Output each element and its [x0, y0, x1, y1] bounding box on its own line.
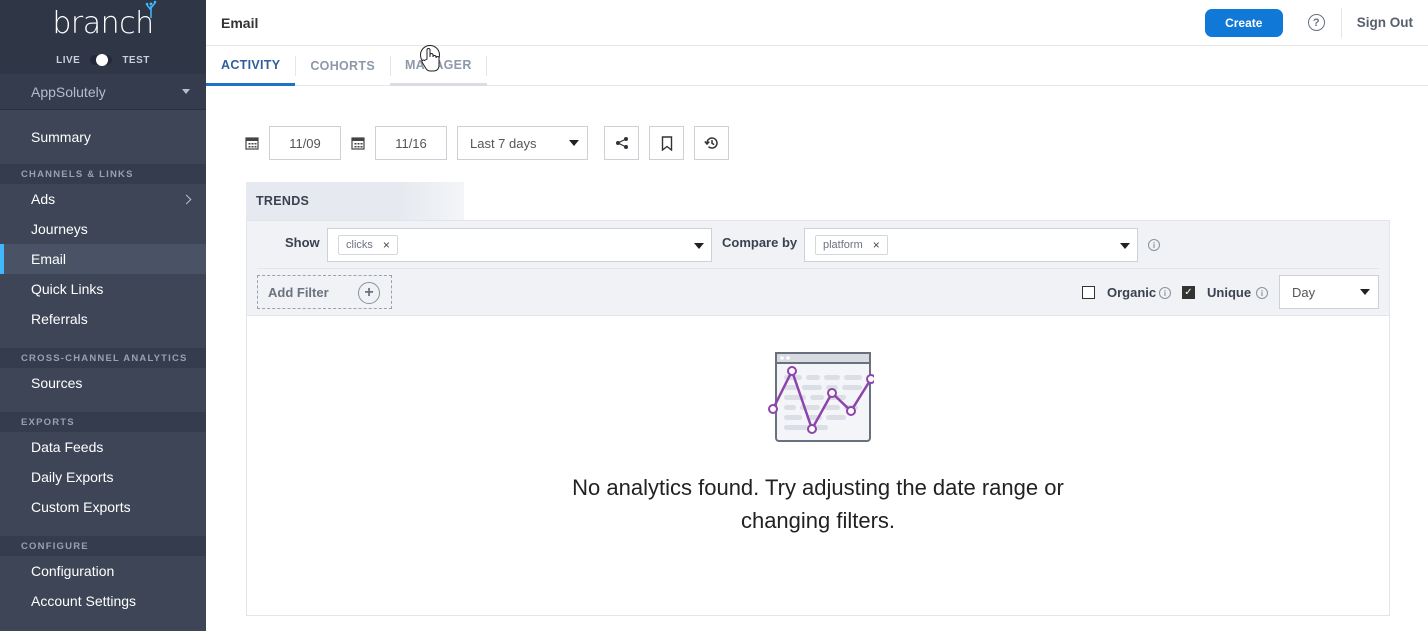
info-icon[interactable]: i [1148, 239, 1160, 251]
sidebar-item-label: Sources [31, 375, 83, 391]
sidebar-item-label: Quick Links [31, 281, 104, 297]
sidebar-item-label: Referrals [31, 311, 88, 327]
compare-chip: platform × [815, 235, 888, 255]
sidebar-item-label: Journeys [31, 221, 88, 237]
date-controls: 11/09 11/16 Last 7 days [245, 126, 729, 160]
info-icon[interactable]: i [1159, 287, 1171, 299]
history-icon [703, 137, 718, 149]
test-label: TEST [122, 54, 150, 66]
sidebar-item-label: Account Settings [31, 593, 137, 609]
add-filter-button[interactable]: Add Filter + [257, 275, 392, 309]
app-selector[interactable]: AppSolutely [0, 74, 206, 110]
plus-circle-icon: + [358, 282, 380, 304]
sidebar-item-label: Email [31, 251, 67, 267]
top-actions: Create ? Sign Out [1204, 0, 1428, 46]
sidebar-section-analytics: CROSS-CHANNEL ANALYTICS [0, 348, 206, 368]
sidebar-item-label: Configuration [31, 563, 115, 579]
organic-label: Organic [1107, 285, 1157, 300]
history-button[interactable] [694, 126, 729, 160]
sidebar-item-label: Data Feeds [31, 439, 104, 455]
sidebar-item-account-settings[interactable]: Account Settings [0, 586, 206, 616]
unique-label: Unique [1207, 285, 1252, 300]
caret-down-icon [694, 243, 704, 249]
app-selector-value: AppSolutely [31, 83, 106, 100]
toggle-knob [96, 54, 109, 66]
sign-out-link[interactable]: Sign Out [1357, 15, 1413, 30]
trends-tab[interactable]: TRENDS [246, 182, 464, 220]
info-icon[interactable]: i [1256, 287, 1268, 299]
filter-area: Show clicks × Compare by platform × i Ad… [247, 221, 1389, 316]
divider [485, 56, 487, 76]
question-circle-icon[interactable]: ? [1307, 14, 1325, 31]
sidebar-item-ads[interactable]: Ads [0, 184, 206, 214]
sidebar-item-journeys[interactable]: Journeys [0, 214, 206, 244]
close-icon[interactable]: × [873, 238, 880, 252]
branch-logo[interactable]: branch [52, 0, 156, 41]
sidebar-item-daily-exports[interactable]: Daily Exports [0, 462, 206, 492]
sidebar-item-summary[interactable]: Summary [0, 122, 206, 152]
environment-toggle-row: LIVE TEST [0, 46, 206, 74]
sidebar: branch LIVE TEST AppSolutely Summary CHA… [0, 0, 206, 631]
tab-activity[interactable]: ACTIVITY [206, 46, 296, 86]
empty-message: No analytics found. Try adjusting the da… [572, 475, 1064, 533]
sidebar-item-email[interactable]: Email [0, 244, 206, 274]
close-icon[interactable]: × [383, 238, 390, 252]
sidebar-item-sources[interactable]: Sources [0, 368, 206, 398]
sidebar-item-configuration[interactable]: Configuration [0, 556, 206, 586]
live-label: LIVE [56, 54, 81, 66]
logo-area: branch [0, 0, 206, 46]
tab-cohorts[interactable]: COHORTS [295, 46, 390, 86]
sidebar-item-label: Daily Exports [31, 469, 114, 485]
bookmark-icon [661, 135, 672, 151]
start-date-input[interactable]: 11/09 [269, 126, 341, 160]
empty-chart-illustration-icon [768, 352, 874, 442]
trends-panel: Show clicks × Compare by platform × i Ad… [246, 220, 1390, 616]
chip-label: platform [823, 239, 863, 251]
granularity-select[interactable]: Day [1279, 275, 1379, 309]
caret-down-icon [569, 140, 579, 146]
divider [1340, 7, 1342, 38]
chip-label: clicks [346, 239, 373, 251]
page-title: Email [221, 14, 259, 31]
date-range-select[interactable]: Last 7 days [457, 126, 588, 160]
create-button[interactable]: Create [1204, 8, 1283, 37]
end-date-input[interactable]: 11/16 [375, 126, 447, 160]
sidebar-section-channels: CHANNELS & LINKS [0, 164, 206, 184]
logo-sparkle-icon [145, 0, 156, 18]
top-bar: Email Create ? Sign Out [206, 0, 1428, 46]
sidebar-item-data-feeds[interactable]: Data Feeds [0, 432, 206, 462]
calendar-icon [351, 137, 365, 150]
show-metric-select[interactable]: clicks × [327, 228, 712, 262]
sidebar-item-label: Summary [31, 129, 91, 145]
environment-toggle[interactable] [90, 54, 113, 66]
sidebar-item-referrals[interactable]: Referrals [0, 304, 206, 334]
caret-down-icon [1120, 243, 1130, 249]
empty-state: No analytics found. Try adjusting the da… [247, 347, 1389, 537]
granularity-value: Day [1292, 284, 1316, 300]
date-range-value: Last 7 days [470, 135, 537, 151]
metric-chip: clicks × [338, 235, 398, 255]
compare-by-label: Compare by [722, 235, 798, 250]
chevron-right-icon [181, 194, 192, 204]
divider [257, 268, 1379, 269]
sidebar-item-quick-links[interactable]: Quick Links [0, 274, 206, 304]
bookmark-button[interactable] [649, 126, 684, 160]
sidebar-item-label: Custom Exports [31, 499, 131, 515]
share-icon [615, 137, 628, 149]
caret-down-icon [182, 89, 190, 94]
share-button[interactable] [604, 126, 639, 160]
sidebar-item-custom-exports[interactable]: Custom Exports [0, 492, 206, 522]
sidebar-section-configure: CONFIGURE [0, 536, 206, 556]
sidebar-item-label: Ads [31, 191, 56, 207]
sidebar-section-exports: EXPORTS [0, 412, 206, 432]
add-filter-label: Add Filter [268, 284, 329, 300]
tab-bar: ACTIVITY COHORTS MANAGER [206, 46, 1428, 86]
show-label: Show [285, 235, 320, 250]
caret-down-icon [1360, 289, 1370, 295]
unique-checkbox[interactable]: ✓ [1182, 286, 1195, 299]
calendar-icon [245, 137, 259, 150]
hand-cursor-icon [420, 45, 440, 72]
compare-by-select[interactable]: platform × [804, 228, 1138, 262]
organic-checkbox[interactable] [1082, 286, 1095, 299]
